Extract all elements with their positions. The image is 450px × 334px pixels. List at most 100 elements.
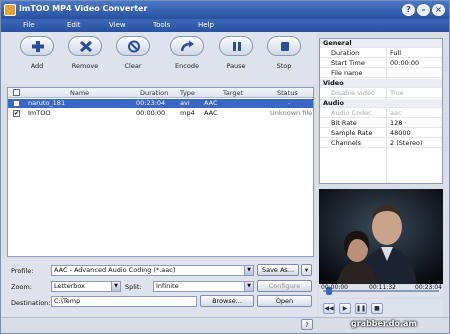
save-as-button[interactable]: Save As... xyxy=(257,264,299,276)
clear-label: Clear xyxy=(124,62,142,70)
property-key: File name xyxy=(331,69,363,77)
property-value: 48000 xyxy=(390,129,411,137)
profile-label: Profile: xyxy=(11,267,34,275)
stop-icon xyxy=(281,42,289,51)
column-type[interactable]: Type xyxy=(180,89,195,97)
property-key: Duration xyxy=(331,49,360,57)
property-value: True xyxy=(390,89,404,97)
file-type: mp4 xyxy=(180,109,195,117)
property-start-time[interactable]: Start Time 00:00:00 xyxy=(320,59,442,68)
property-value: 128 xyxy=(390,119,403,127)
destination-input[interactable]: C:\Temp xyxy=(51,296,197,307)
file-list[interactable]: Name Duration Type Target Status naruto_… xyxy=(7,87,314,257)
chevron-down-icon: ▼ xyxy=(244,282,253,291)
group-audio-label: Audio xyxy=(323,99,345,107)
close-button[interactable]: × xyxy=(432,4,445,16)
file-duration: 00:00:00 xyxy=(136,109,166,117)
property-file-name[interactable]: File name xyxy=(320,69,442,78)
menu-file[interactable]: File xyxy=(23,21,35,29)
select-all-checkbox[interactable] xyxy=(13,89,20,96)
menu-bar: File Edit View Tools Help xyxy=(1,19,449,32)
property-disable-video[interactable]: Disable video True xyxy=(320,89,442,98)
property-bit-rate[interactable]: Bit Rate 128 xyxy=(320,119,442,128)
total-time: 00:23:04 xyxy=(415,284,442,291)
help-window-button[interactable]: ? xyxy=(402,4,415,16)
no-icon xyxy=(128,40,140,53)
column-status[interactable]: Status xyxy=(277,89,298,97)
property-key: Channels xyxy=(331,139,362,147)
file-name: ImTOO xyxy=(28,109,51,117)
file-row[interactable]: ✔ ImTOO 00:00:00 mp4 AAC Unknown file xyxy=(8,109,313,118)
split-value: Infinite xyxy=(156,282,179,290)
player-controls: ◀◀ ▶ ❚❚ ■ xyxy=(319,299,443,317)
property-key: Sample Rate xyxy=(331,129,373,137)
file-list-header: Name Duration Type Target Status xyxy=(8,88,313,98)
property-value: Full xyxy=(390,49,402,57)
watermark: grabber.do.am xyxy=(351,319,417,328)
split-label: Split: xyxy=(125,283,142,291)
rewind-button[interactable]: ◀◀ xyxy=(323,303,335,314)
app-title: ImTOO MP4 Video Converter xyxy=(19,4,148,13)
configure-button[interactable]: Configure xyxy=(257,280,312,292)
remove-button[interactable]: Remove xyxy=(64,36,106,80)
pause-icon xyxy=(233,42,241,51)
remove-label: Remove xyxy=(71,62,99,70)
menu-tools[interactable]: Tools xyxy=(153,21,170,29)
minimize-button[interactable]: – xyxy=(417,4,430,16)
property-key: Audio Codec xyxy=(331,109,372,117)
title-bar: ImTOO MP4 Video Converter ? – × xyxy=(1,1,449,19)
property-channels[interactable]: Channels 2 (Stereo) xyxy=(320,139,442,148)
group-audio[interactable]: Audio xyxy=(320,99,442,108)
properties-panel: General Duration Full Start Time 00:00:00 … xyxy=(319,38,443,184)
encode-button[interactable]: Encode xyxy=(166,36,208,80)
group-video[interactable]: Video xyxy=(320,79,442,88)
property-value: aac xyxy=(390,109,402,117)
group-general-label: General xyxy=(323,39,352,47)
pause-preview-button[interactable]: ❚❚ xyxy=(355,303,367,314)
column-name[interactable]: Name xyxy=(70,89,89,97)
settings-panel: Profile: AAC - Advanced Audio Coding (*.… xyxy=(1,259,317,325)
stop-preview-button[interactable]: ■ xyxy=(371,303,383,314)
video-frame-image xyxy=(319,189,443,284)
pause-button[interactable]: Pause xyxy=(215,36,257,80)
play-button[interactable]: ▶ xyxy=(339,303,351,314)
zoom-value: Letterbox xyxy=(54,282,86,290)
zoom-label: Zoom: xyxy=(11,283,32,291)
toolbar: Add Remove Clear Encode Pause Stop xyxy=(1,32,317,84)
menu-edit[interactable]: Edit xyxy=(67,21,81,29)
zoom-select[interactable]: Letterbox ▼ xyxy=(51,281,121,292)
file-type: avi xyxy=(180,99,190,107)
save-as-dropdown[interactable]: ▾ xyxy=(301,264,312,276)
property-key: Start Time xyxy=(331,59,365,67)
group-general[interactable]: General xyxy=(320,39,442,48)
clear-button[interactable]: Clear xyxy=(112,36,154,80)
seek-bar[interactable]: 00:00:00 00:11:32 00:23:04 xyxy=(319,284,443,297)
group-video-label: Video xyxy=(323,79,344,87)
split-select[interactable]: Infinite ▼ xyxy=(153,281,254,292)
property-key: Bit Rate xyxy=(331,119,357,127)
app-logo-icon xyxy=(4,4,16,16)
open-button[interactable]: Open xyxy=(257,295,312,307)
help-status-button[interactable]: ? xyxy=(301,319,313,330)
profile-select[interactable]: AAC - Advanced Audio Coding (*.aac) ▼ xyxy=(51,265,254,276)
column-target[interactable]: Target xyxy=(223,89,243,97)
property-duration[interactable]: Duration Full xyxy=(320,49,442,58)
property-sample-rate[interactable]: Sample Rate 48000 xyxy=(320,129,442,138)
file-checkbox-checked[interactable]: ✔ xyxy=(13,110,20,117)
elapsed-time: 00:00:00 xyxy=(321,284,348,291)
stop-button[interactable]: Stop xyxy=(263,36,305,80)
add-button[interactable]: Add xyxy=(16,36,58,80)
browse-button[interactable]: Browse... xyxy=(200,295,254,307)
file-checkbox[interactable] xyxy=(13,100,20,107)
video-preview xyxy=(319,189,443,284)
destination-value: C:\Temp xyxy=(54,297,81,305)
menu-view[interactable]: View xyxy=(109,21,126,29)
property-value: 00:00:00 xyxy=(390,59,420,67)
column-duration[interactable]: Duration xyxy=(140,89,168,97)
profile-value: AAC - Advanced Audio Coding (*.aac) xyxy=(54,266,176,274)
position-time: 00:11:32 xyxy=(369,284,396,291)
menu-help[interactable]: Help xyxy=(198,21,214,29)
file-status: Unknown file xyxy=(270,109,313,117)
file-row[interactable]: naruto_181 00:23:04 avi AAC - xyxy=(8,99,313,108)
property-audio-codec[interactable]: Audio Codec aac xyxy=(320,109,442,118)
